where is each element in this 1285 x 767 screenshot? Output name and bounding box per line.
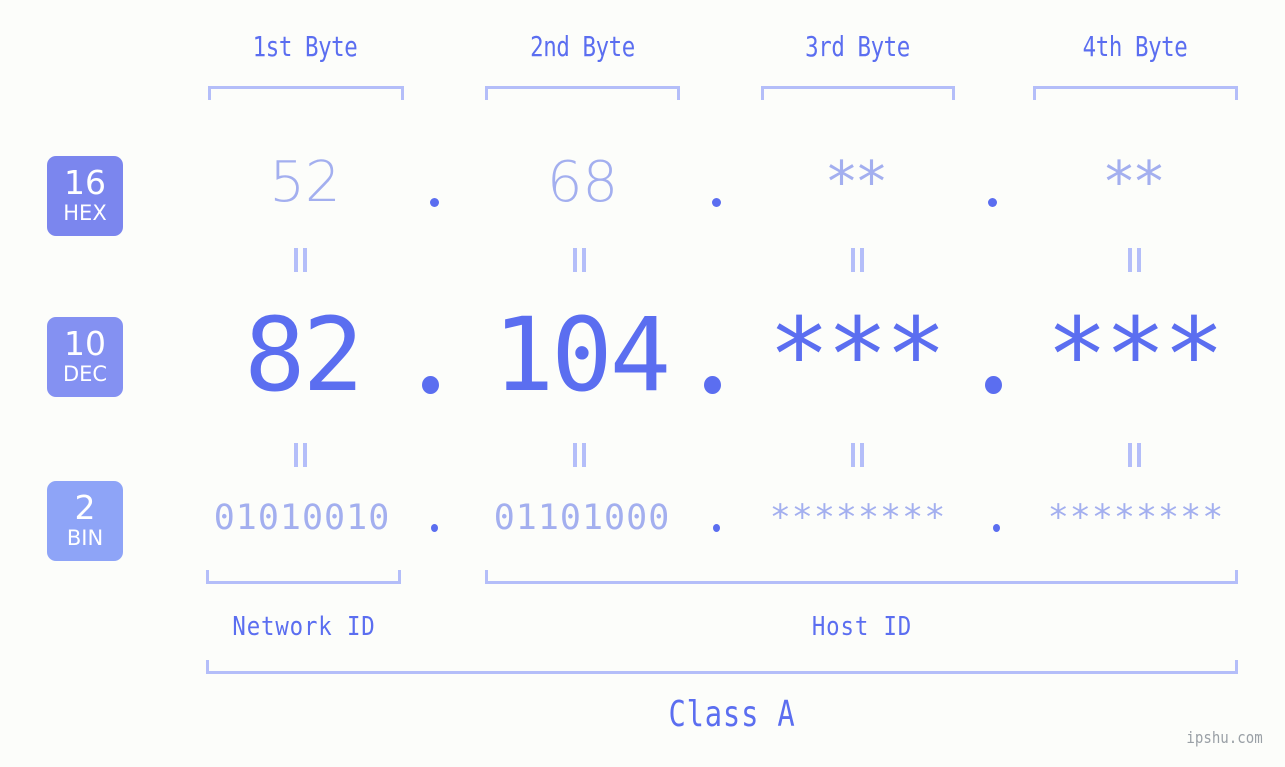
hex-byte-2: 68 (546, 150, 619, 215)
equals-mark-hex-dec-3 (851, 248, 865, 272)
bin-dot-2 (713, 524, 720, 532)
bin-byte-3: ******** (769, 498, 947, 538)
bin-dot-3 (993, 524, 1000, 532)
host-id-bracket (485, 570, 1238, 584)
bin-byte-1: 01010010 (213, 498, 391, 538)
byte-bracket-4 (1033, 86, 1238, 100)
byte-bracket-1 (208, 86, 404, 100)
class-bracket (206, 660, 1238, 674)
dec-byte-1: 82 (244, 296, 364, 415)
host-id-label: Host ID (811, 612, 913, 642)
hex-dot-3 (988, 198, 997, 207)
base-badge-bin-number: 2 (74, 488, 96, 527)
base-badge-dec-name: DEC (62, 362, 108, 386)
site-watermark: ipshu.com (1186, 728, 1263, 747)
hex-dot-1 (430, 198, 439, 207)
dec-byte-4: *** (1046, 296, 1224, 415)
base-badge-dec-number: 10 (64, 324, 106, 363)
byte-header-1: 1st Byte (252, 30, 358, 63)
equals-mark-dec-bin-2 (573, 443, 587, 467)
network-id-label: Network ID (232, 612, 376, 642)
byte-bracket-3 (761, 86, 955, 100)
byte-header-2: 2nd Byte (530, 30, 635, 63)
hex-byte-3: ** (827, 150, 888, 215)
byte-bracket-2 (485, 86, 680, 100)
equals-mark-dec-bin-1 (294, 443, 308, 467)
bin-byte-2: 01101000 (493, 498, 671, 538)
base-badge-dec: 10 DEC (47, 317, 123, 397)
class-label: Class A (668, 694, 796, 735)
bin-byte-4: ******** (1047, 498, 1225, 538)
byte-header-3: 3rd Byte (805, 30, 910, 63)
byte-header-4: 4th Byte (1082, 30, 1188, 63)
hex-byte-1: 52 (269, 150, 341, 215)
ip-byte-diagram: 1st Byte 2nd Byte 3rd Byte 4th Byte 16 H… (0, 0, 1285, 767)
base-badge-hex-number: 16 (64, 163, 106, 202)
base-badge-hex-name: HEX (63, 201, 107, 225)
dec-dot-2 (704, 376, 721, 394)
equals-mark-dec-bin-4 (1128, 443, 1142, 467)
equals-mark-dec-bin-3 (851, 443, 865, 467)
network-id-bracket (206, 570, 401, 584)
equals-mark-hex-dec-4 (1128, 248, 1142, 272)
equals-mark-hex-dec-1 (294, 248, 308, 272)
dec-dot-3 (985, 376, 1002, 394)
hex-byte-4: ** (1105, 150, 1165, 215)
dec-byte-2: 104 (492, 296, 671, 415)
base-badge-bin-name: BIN (66, 526, 104, 550)
equals-mark-hex-dec-2 (573, 248, 587, 272)
dec-byte-3: *** (768, 296, 946, 415)
base-badge-bin: 2 BIN (47, 481, 123, 561)
bin-dot-1 (431, 524, 438, 532)
hex-dot-2 (712, 198, 721, 207)
dec-dot-1 (422, 376, 439, 394)
base-badge-hex: 16 HEX (47, 156, 123, 236)
